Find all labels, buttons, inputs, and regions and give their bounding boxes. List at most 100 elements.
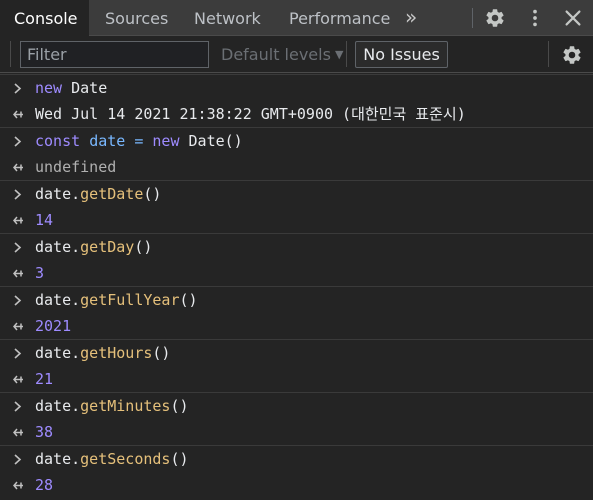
gear-icon[interactable] [561,44,583,66]
code-token: Date [62,79,108,97]
devtools-tab-bar: Console Sources Network Performance » [0,0,593,37]
console-input-code: date.getSeconds() [35,446,189,473]
log-levels-dropdown[interactable]: Default levels ▼ [221,41,343,68]
code-token: getDay [80,238,135,256]
code-token: 38 [35,422,54,441]
toolbar-divider [548,41,549,67]
console-input-code: date.getDay() [35,234,152,261]
tab-network[interactable]: Network [194,0,261,36]
console-result-line[interactable]: 2021 [0,313,593,340]
chevron-right-icon [14,295,22,306]
return-arrow-icon [13,110,23,118]
code-token: date. [35,397,81,415]
console-input-line[interactable]: date.getFullYear() [0,286,593,313]
console-input-line[interactable]: date.getMinutes() [0,392,593,419]
console-messages[interactable]: new Date Wed Jul 14 2021 21:38:22 GMT+090… [0,74,593,500]
console-input-line[interactable]: new Date [0,74,593,101]
code-token: getFullYear [80,291,180,309]
console-input-line[interactable]: date.getDay() [0,233,593,260]
console-result-line[interactable]: 14 [0,207,593,234]
return-arrow-icon [13,322,23,330]
console-input-line[interactable]: date.getDate() [0,180,593,207]
filter-input[interactable] [20,41,209,68]
console-input-code: new Date [35,75,107,102]
chevron-right-icon [14,83,22,94]
code-token: getMinutes [80,397,171,415]
console-toolbar: Default levels▼ No Issues [0,36,593,73]
console-result-line[interactable]: 21 [0,366,593,393]
more-tabs-button[interactable]: » [405,0,429,36]
code-token: date. [35,344,81,362]
console-result-value: 2021 [35,313,71,340]
tab-sources[interactable]: Sources [105,0,168,36]
console-result-value: 3 [35,260,44,287]
code-token: getSeconds [80,450,171,468]
code-token: new [35,79,63,97]
tab-performance[interactable]: Performance [289,0,390,36]
code-token: Wed Jul 14 2021 21:38:22 GMT+0900 (대한민국 … [35,104,466,123]
console-result-value: 14 [35,207,53,234]
return-arrow-icon [13,428,23,436]
console-result-line[interactable]: Wed Jul 14 2021 21:38:22 GMT+0900 (대한민국 … [0,101,593,128]
code-token: 3 [35,263,45,282]
code-token: date [89,132,126,150]
console-result-value: 21 [35,366,53,393]
code-token: () [170,450,189,468]
tab-console[interactable]: Console [0,0,89,37]
console-input-code: const date = new Date() [35,128,243,155]
chevron-right-icon [14,348,22,359]
code-token: 2021 [35,316,72,335]
console-result-value: Wed Jul 14 2021 21:38:22 GMT+0900 (대한민국 … [35,101,466,128]
code-token: getDate [80,185,144,203]
console-input-code: date.getFullYear() [35,287,198,314]
code-token: () [143,185,162,203]
kebab-icon[interactable] [524,7,546,29]
code-token: = [125,132,153,150]
console-result-line[interactable]: 28 [0,472,593,499]
console-result-value: 38 [35,419,53,446]
gear-icon[interactable] [484,7,506,29]
chevron-right-icon [14,242,22,253]
code-token: date. [35,291,81,309]
console-result-value: 28 [35,472,53,499]
return-arrow-icon [13,481,23,489]
code-token: const [35,132,81,150]
code-token: undefined [35,157,117,176]
console-input-line[interactable]: date.getHours() [0,339,593,366]
code-token: getHours [80,344,153,362]
toolbar-divider [10,41,11,67]
console-input-code: date.getMinutes() [35,393,189,420]
code-token: Date() [179,132,243,150]
log-levels-label: Default levels [221,45,331,64]
return-arrow-icon [13,269,23,277]
code-token: () [170,397,189,415]
code-token: 21 [35,369,54,388]
console-result-line[interactable]: 38 [0,419,593,446]
close-icon[interactable] [562,7,584,29]
console-input-line[interactable]: date.getSeconds() [0,445,593,472]
code-token: date. [35,238,81,256]
code-token: () [152,344,171,362]
console-result-value: undefined [35,154,116,181]
tab-bar-divider [472,8,473,28]
console-input-code: date.getDate() [35,181,161,208]
issues-button[interactable]: No Issues [355,41,448,68]
code-token: 14 [35,210,54,229]
console-result-line[interactable]: undefined [0,154,593,181]
chevron-right-icon [14,189,22,200]
code-token: () [134,238,153,256]
return-arrow-icon [13,216,23,224]
chevron-right-icon [14,454,22,465]
caret-down-icon: ▼ [334,48,344,61]
code-token: 28 [35,475,54,494]
code-token: date. [35,450,81,468]
chevron-right-icon [14,401,22,412]
console-result-line[interactable]: 3 [0,260,593,287]
code-token: date. [35,185,81,203]
console-input-line[interactable]: const date = new Date() [0,127,593,154]
console-input-code: date.getHours() [35,340,170,367]
chevron-right-icon [14,136,22,147]
return-arrow-icon [13,375,23,383]
return-arrow-icon [13,163,23,171]
